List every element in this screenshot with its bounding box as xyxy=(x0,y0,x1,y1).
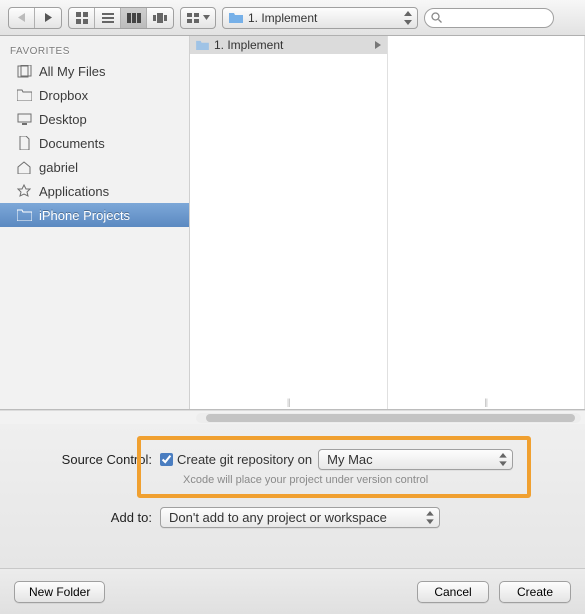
column-item-implement[interactable]: 1. Implement xyxy=(190,36,387,54)
addto-value: Don't add to any project or workspace xyxy=(169,510,387,525)
triangle-right-icon xyxy=(375,41,381,49)
sidebar-item-label: Documents xyxy=(39,136,105,151)
sidebar-item-label: iPhone Projects xyxy=(39,208,130,223)
sidebar-item-dropbox[interactable]: Dropbox xyxy=(0,83,189,107)
git-checkbox[interactable] xyxy=(160,453,173,466)
all-files-icon xyxy=(16,64,32,78)
git-hint: Xcode will place your project under vers… xyxy=(20,474,565,486)
scrollbar-thumb[interactable] xyxy=(206,414,575,422)
horizontal-scrollbar[interactable] xyxy=(0,410,585,424)
grid-icon xyxy=(76,12,88,24)
git-checkbox-label: Create git repository on xyxy=(177,452,312,467)
search-icon xyxy=(431,12,442,23)
browse-area: FAVORITES All My Files Dropbox Desktop D… xyxy=(0,36,585,410)
sidebar-item-all-my-files[interactable]: All My Files xyxy=(0,59,189,83)
addto-popup[interactable]: Don't add to any project or workspace xyxy=(160,507,440,528)
sidebar-item-label: Applications xyxy=(39,184,109,199)
sidebar-item-desktop[interactable]: Desktop xyxy=(0,107,189,131)
folder-icon xyxy=(16,208,32,222)
column-2[interactable]: || xyxy=(388,36,585,409)
column-browser: 1. Implement || || xyxy=(190,36,585,409)
new-folder-button[interactable]: New Folder xyxy=(14,581,105,603)
desktop-icon xyxy=(16,112,32,126)
cancel-button[interactable]: Cancel xyxy=(417,581,489,603)
sidebar-item-gabriel[interactable]: gabriel xyxy=(0,155,189,179)
forward-button[interactable] xyxy=(35,8,61,28)
sidebar-item-label: gabriel xyxy=(39,160,78,175)
sidebar-item-label: Desktop xyxy=(39,112,87,127)
updown-icon xyxy=(403,10,413,26)
documents-icon xyxy=(16,136,32,150)
chevron-down-icon xyxy=(203,15,210,20)
column-1[interactable]: 1. Implement || xyxy=(190,36,388,409)
footer: New Folder Cancel Create xyxy=(0,568,585,614)
source-control-row: Source Control: Create git repository on… xyxy=(20,446,565,472)
coverflow-icon xyxy=(153,13,167,23)
home-icon xyxy=(16,160,32,174)
arrange-button-group xyxy=(180,7,216,29)
updown-icon xyxy=(425,510,435,525)
updown-icon xyxy=(498,452,508,467)
coverflow-view-button[interactable] xyxy=(147,8,173,28)
icon-view-button[interactable] xyxy=(69,8,95,28)
source-control-label: Source Control: xyxy=(20,452,160,467)
list-view-button[interactable] xyxy=(95,8,121,28)
addto-label: Add to: xyxy=(20,510,160,525)
column-resize-handle[interactable]: || xyxy=(484,397,487,407)
git-location-popup[interactable]: My Mac xyxy=(318,449,513,470)
column-resize-handle[interactable]: || xyxy=(287,397,290,407)
columns-icon xyxy=(127,13,141,23)
git-location-value: My Mac xyxy=(327,452,373,467)
triangle-right-icon xyxy=(44,13,52,22)
applications-icon xyxy=(16,184,32,198)
folder-icon xyxy=(196,40,209,50)
folder-icon xyxy=(229,12,243,23)
sidebar-item-iphone-projects[interactable]: iPhone Projects xyxy=(0,203,189,227)
nav-buttons xyxy=(8,7,62,29)
triangle-left-icon xyxy=(18,13,26,22)
list-icon xyxy=(102,13,114,23)
arrange-icon xyxy=(187,13,201,23)
toolbar: 1. Implement xyxy=(0,0,585,36)
sidebar-header: FAVORITES xyxy=(0,42,189,59)
back-button[interactable] xyxy=(9,8,35,28)
sidebar-item-label: Dropbox xyxy=(39,88,88,103)
column-view-button[interactable] xyxy=(121,8,147,28)
create-button[interactable]: Create xyxy=(499,581,571,603)
sidebar-item-label: All My Files xyxy=(39,64,105,79)
sidebar: FAVORITES All My Files Dropbox Desktop D… xyxy=(0,36,190,409)
path-label: 1. Implement xyxy=(248,11,317,25)
arrange-button[interactable] xyxy=(181,8,215,28)
path-popup[interactable]: 1. Implement xyxy=(222,7,418,29)
column-item-label: 1. Implement xyxy=(214,38,283,52)
view-buttons xyxy=(68,7,174,29)
new-folder-label: New Folder xyxy=(29,585,90,599)
search-field[interactable] xyxy=(424,8,554,28)
folder-icon xyxy=(16,88,32,102)
options-panel: Source Control: Create git repository on… xyxy=(0,424,585,568)
sidebar-item-applications[interactable]: Applications xyxy=(0,179,189,203)
create-label: Create xyxy=(517,585,553,599)
addto-row: Add to: Don't add to any project or work… xyxy=(20,504,565,530)
cancel-label: Cancel xyxy=(434,585,471,599)
sidebar-item-documents[interactable]: Documents xyxy=(0,131,189,155)
